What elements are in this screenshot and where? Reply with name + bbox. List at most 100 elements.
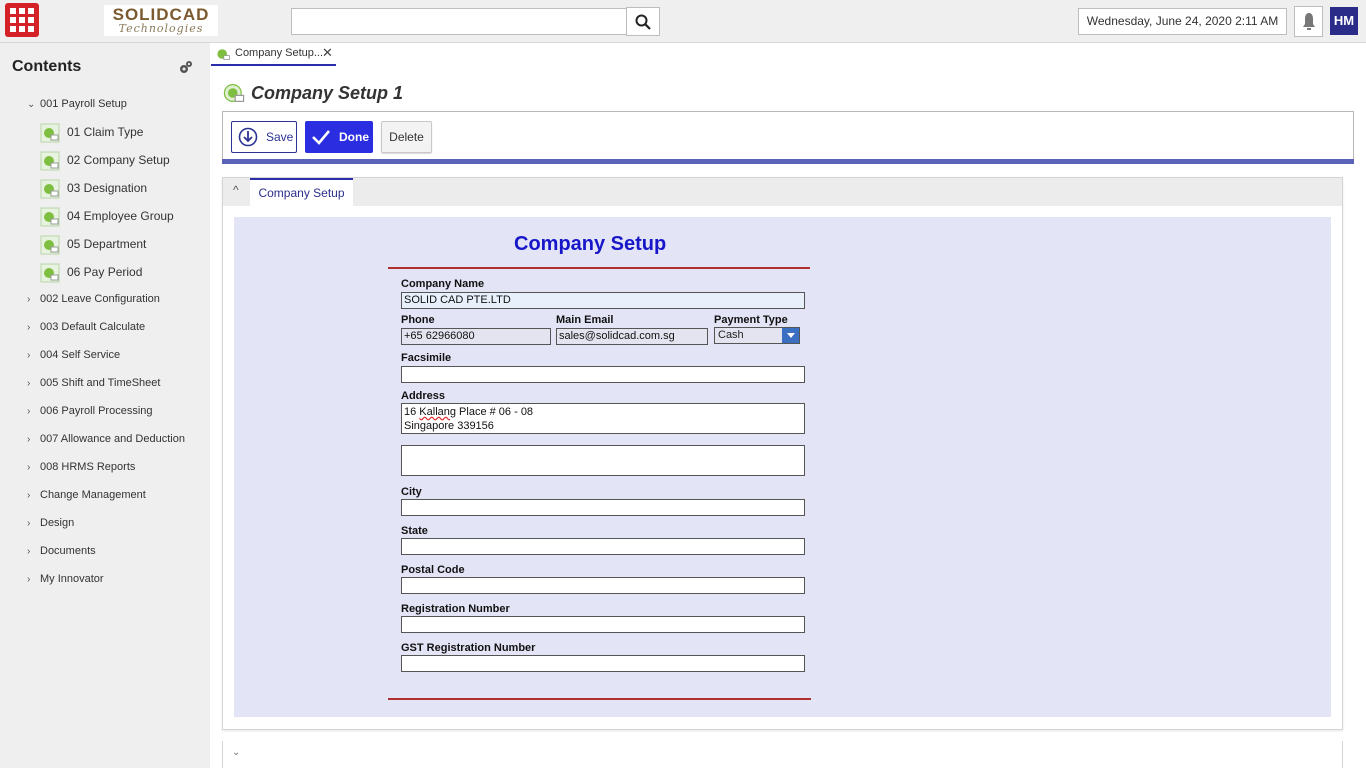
gst-registration-field[interactable] bbox=[401, 655, 805, 672]
document-icon bbox=[217, 49, 230, 60]
gear-icon[interactable] bbox=[179, 60, 193, 74]
facsimile-field[interactable] bbox=[401, 366, 805, 383]
address-line-1: 16 Kallang Place # 06 - 08 bbox=[404, 406, 534, 418]
email-label: Main Email bbox=[556, 314, 614, 326]
company-logo: SOLIDCAD Technologies bbox=[104, 5, 218, 36]
chevron-right-icon: › bbox=[27, 434, 31, 445]
company-name-label: Company Name bbox=[401, 278, 485, 290]
page-title: Company Setup 1 bbox=[251, 83, 404, 103]
chevron-right-icon: › bbox=[27, 546, 31, 557]
notifications-button[interactable] bbox=[1294, 6, 1323, 37]
save-label: Save bbox=[266, 130, 294, 144]
city-label: City bbox=[401, 486, 422, 498]
gst-registration-label: GST Registration Number bbox=[401, 642, 536, 654]
tree-group-self-service[interactable]: › 004 Self Service bbox=[27, 348, 120, 362]
sidebar-item-pay-period[interactable]: 06 Pay Period bbox=[40, 262, 142, 283]
search-input[interactable] bbox=[291, 8, 627, 35]
user-avatar[interactable]: HM bbox=[1330, 7, 1358, 35]
city-field[interactable] bbox=[401, 499, 805, 516]
document-icon bbox=[223, 84, 245, 102]
datetime-display: Wednesday, June 24, 2020 2:11 AM bbox=[1078, 8, 1287, 35]
postal-code-field[interactable] bbox=[401, 577, 805, 594]
payment-type-select[interactable]: Cash bbox=[714, 327, 800, 344]
divider bbox=[388, 698, 811, 700]
sidebar-title: Contents bbox=[12, 58, 82, 75]
document-icon bbox=[40, 151, 60, 171]
logo-text: SOLIDCAD bbox=[112, 5, 210, 24]
section-header: ^ Company Setup bbox=[223, 178, 1342, 206]
tree-group-payroll-setup[interactable]: ⌄ 001 Payroll Setup bbox=[27, 97, 127, 111]
app-grid-icon[interactable] bbox=[5, 3, 39, 37]
address-line2-textarea[interactable] bbox=[401, 445, 805, 476]
form-area: Company Setup Company Name SOLID CAD PTE… bbox=[234, 217, 1331, 717]
search-icon bbox=[635, 14, 651, 30]
tree-group-hrms-reports[interactable]: › 008 HRMS Reports bbox=[27, 460, 135, 474]
state-label: State bbox=[401, 525, 428, 537]
collapsed-section: ⌄ bbox=[222, 741, 1343, 768]
document-icon bbox=[40, 235, 60, 255]
state-field[interactable] bbox=[401, 538, 805, 555]
form-section: ^ Company Setup Company Setup Company Na… bbox=[222, 177, 1343, 730]
chevron-right-icon: › bbox=[27, 322, 31, 333]
tree-group-leave-configuration[interactable]: › 002 Leave Configuration bbox=[27, 292, 160, 306]
close-icon[interactable]: ✕ bbox=[322, 45, 333, 61]
phone-label: Phone bbox=[401, 314, 435, 326]
tree-group-design[interactable]: › Design bbox=[27, 516, 74, 530]
tab-company-setup[interactable]: Company Setup... ✕ bbox=[211, 43, 336, 66]
tree-group-my-innovator[interactable]: › My Innovator bbox=[27, 572, 104, 586]
document-icon bbox=[40, 207, 60, 227]
sidebar-item-designation[interactable]: 03 Designation bbox=[40, 178, 147, 199]
checkmark-icon bbox=[312, 130, 330, 145]
document-icon bbox=[40, 263, 60, 283]
postal-code-label: Postal Code bbox=[401, 564, 465, 576]
company-name-field[interactable]: SOLID CAD PTE.LTD bbox=[401, 292, 805, 309]
tree-group-shift-timesheet[interactable]: › 005 Shift and TimeSheet bbox=[27, 376, 160, 390]
document-icon bbox=[40, 123, 60, 143]
address-line-2: Singapore 339156 bbox=[404, 420, 494, 432]
chevron-right-icon: › bbox=[27, 462, 31, 473]
tree-group-documents[interactable]: › Documents bbox=[27, 544, 96, 558]
sidebar-item-employee-group[interactable]: 04 Employee Group bbox=[40, 206, 174, 227]
bell-icon bbox=[1302, 12, 1315, 30]
chevron-down-icon[interactable]: ⌄ bbox=[232, 747, 240, 758]
tree-group-payroll-processing[interactable]: › 006 Payroll Processing bbox=[27, 404, 153, 418]
sidebar-item-company-setup[interactable]: 02 Company Setup bbox=[40, 150, 170, 171]
toolbar-divider bbox=[222, 159, 1354, 164]
payment-type-label: Payment Type bbox=[714, 314, 788, 326]
tab-label: Company Setup... bbox=[235, 47, 324, 59]
document-icon bbox=[40, 179, 60, 199]
divider bbox=[388, 267, 810, 269]
tree-group-allowance-deduction[interactable]: › 007 Allowance and Deduction bbox=[27, 432, 185, 446]
address-label: Address bbox=[401, 390, 446, 402]
search-button[interactable] bbox=[626, 7, 660, 36]
logo-subtext: Technologies bbox=[118, 22, 204, 35]
save-button[interactable]: Save bbox=[231, 121, 297, 153]
chevron-right-icon: › bbox=[27, 350, 31, 361]
chevron-right-icon: › bbox=[27, 518, 31, 529]
chevron-right-icon: › bbox=[27, 378, 31, 389]
sidebar-item-claim-type[interactable]: 01 Claim Type bbox=[40, 122, 143, 143]
tree-group-default-calculate[interactable]: › 003 Default Calculate bbox=[27, 320, 145, 334]
done-button[interactable]: Done bbox=[305, 121, 373, 153]
chevron-up-icon[interactable]: ^ bbox=[233, 183, 239, 197]
toolbar: Save Done Delete bbox=[222, 111, 1354, 160]
payment-type-value: Cash bbox=[718, 329, 744, 341]
address-textarea[interactable]: 16 Kallang Place # 06 - 08 Singapore 339… bbox=[401, 403, 805, 434]
chevron-right-icon: › bbox=[27, 406, 31, 417]
facsimile-label: Facsimile bbox=[401, 352, 452, 364]
phone-field[interactable]: +65 62966080 bbox=[401, 328, 551, 345]
done-label: Done bbox=[339, 130, 369, 144]
registration-number-field[interactable] bbox=[401, 616, 805, 633]
email-field[interactable]: sales@solidcad.com.sg bbox=[556, 328, 708, 345]
delete-button[interactable]: Delete bbox=[381, 121, 432, 153]
sidebar-item-department[interactable]: 05 Department bbox=[40, 234, 146, 255]
chevron-right-icon: › bbox=[27, 574, 31, 585]
chevron-right-icon: › bbox=[27, 490, 31, 501]
dropdown-arrow-icon[interactable] bbox=[782, 328, 799, 343]
registration-number-label: Registration Number bbox=[401, 603, 510, 615]
sidebar: Contents ⌄ 001 Payroll Setup 01 Claim Typ… bbox=[0, 43, 210, 768]
form-title: Company Setup bbox=[514, 233, 667, 255]
tab-company-setup-section[interactable]: Company Setup bbox=[250, 178, 353, 206]
tree-group-change-management[interactable]: › Change Management bbox=[27, 488, 146, 502]
chevron-down-icon: ⌄ bbox=[27, 99, 36, 110]
